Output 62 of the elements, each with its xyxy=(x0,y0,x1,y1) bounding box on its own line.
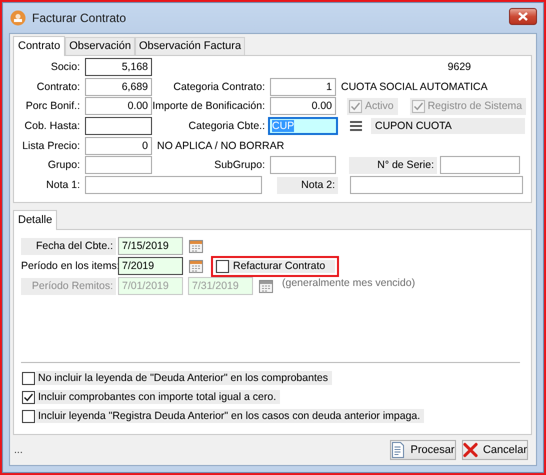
field-label: Cob. Hasta: xyxy=(24,120,80,132)
process-button[interactable]: Procesar xyxy=(390,440,456,460)
checkbox-label: Refacturar Contrato xyxy=(233,260,326,272)
checkbox[interactable] xyxy=(22,410,35,422)
field-label: Nota 1: xyxy=(45,179,80,192)
checkbox-label: Registro de Sistema xyxy=(428,100,522,112)
field-label: Período Remitos: xyxy=(21,278,116,294)
description-text: NO APLICA / NO BORRAR xyxy=(157,140,284,152)
input-field[interactable] xyxy=(440,156,520,174)
checkbox[interactable] xyxy=(22,390,35,404)
checkbox-label: Incluir comprobantes con importe total igual a cero. xyxy=(36,390,280,404)
calendar-icon xyxy=(189,259,203,273)
close-icon xyxy=(518,12,528,20)
input-field[interactable]: 5,168 xyxy=(85,58,152,76)
checkbox[interactable] xyxy=(216,260,229,272)
input-field[interactable] xyxy=(350,176,523,194)
tab[interactable]: Observación xyxy=(65,37,135,55)
window-title: Facturar Contrato xyxy=(32,11,128,25)
field-label: Período en los items: xyxy=(21,258,116,274)
input-field[interactable]: 6,689 xyxy=(85,78,152,96)
calendar-icon xyxy=(259,279,273,293)
tab[interactable]: Detalle xyxy=(13,210,58,230)
input-field[interactable]: 1 xyxy=(270,78,336,96)
input-field[interactable] xyxy=(85,117,152,136)
input-field[interactable] xyxy=(270,156,336,174)
checkbox-label: No incluir la leyenda de "Deuda Anterior" en los comprobantes xyxy=(36,371,332,385)
input-field[interactable]: 0.00 xyxy=(270,97,336,116)
tab[interactable]: Contrato xyxy=(13,36,66,56)
input-field[interactable]: 7/2019 xyxy=(118,257,183,275)
input-field[interactable]: 0.00 xyxy=(85,97,152,116)
tab[interactable]: Observación Factura xyxy=(134,37,246,55)
input-field[interactable] xyxy=(85,156,152,174)
hint-text: (generalmente mes vencido) xyxy=(282,277,416,289)
code-text: 9629 xyxy=(448,61,471,73)
field-label: N° de Serie: xyxy=(349,156,437,174)
checkbox[interactable] xyxy=(22,372,35,384)
input-field[interactable] xyxy=(85,176,262,194)
field-label: Categoria Contrato: xyxy=(172,80,265,93)
input-field[interactable]: 0 xyxy=(85,136,152,155)
close-button[interactable] xyxy=(509,8,537,24)
field-label: Socio: xyxy=(50,61,80,73)
description-text: CUPON CUOTA xyxy=(371,118,525,134)
menu-icon xyxy=(350,121,362,132)
field-label: Categoria Cbte.: xyxy=(188,120,265,132)
input-field[interactable]: 7/15/2019 xyxy=(118,237,183,255)
description-text: CUOTA SOCIAL AUTOMATICA xyxy=(341,80,488,93)
field-label: Contrato: xyxy=(36,80,80,93)
field-label: Porc Bonif.: xyxy=(24,100,80,112)
checkbox-label: Incluir leyenda "Registra Deuda Anterior" en los casos con deuda anterior impaga. xyxy=(36,409,424,423)
field-label: Lista Precio: xyxy=(21,140,80,152)
field-label: Grupo: xyxy=(46,159,80,172)
field-label: Importe de Bonificación: xyxy=(152,100,265,112)
field-label: Fecha del Cbte.: xyxy=(21,238,116,254)
field-label: Nota 2: xyxy=(277,176,338,194)
cancel-button[interactable]: Cancelar xyxy=(462,440,528,460)
field-label: SubGrupo: xyxy=(213,159,265,172)
close-icon xyxy=(463,442,478,458)
status-text: ... xyxy=(14,444,23,456)
app-icon xyxy=(10,10,26,26)
checkbox-label: Activo xyxy=(365,100,394,112)
document-icon xyxy=(391,442,406,458)
calendar-icon xyxy=(189,239,203,253)
